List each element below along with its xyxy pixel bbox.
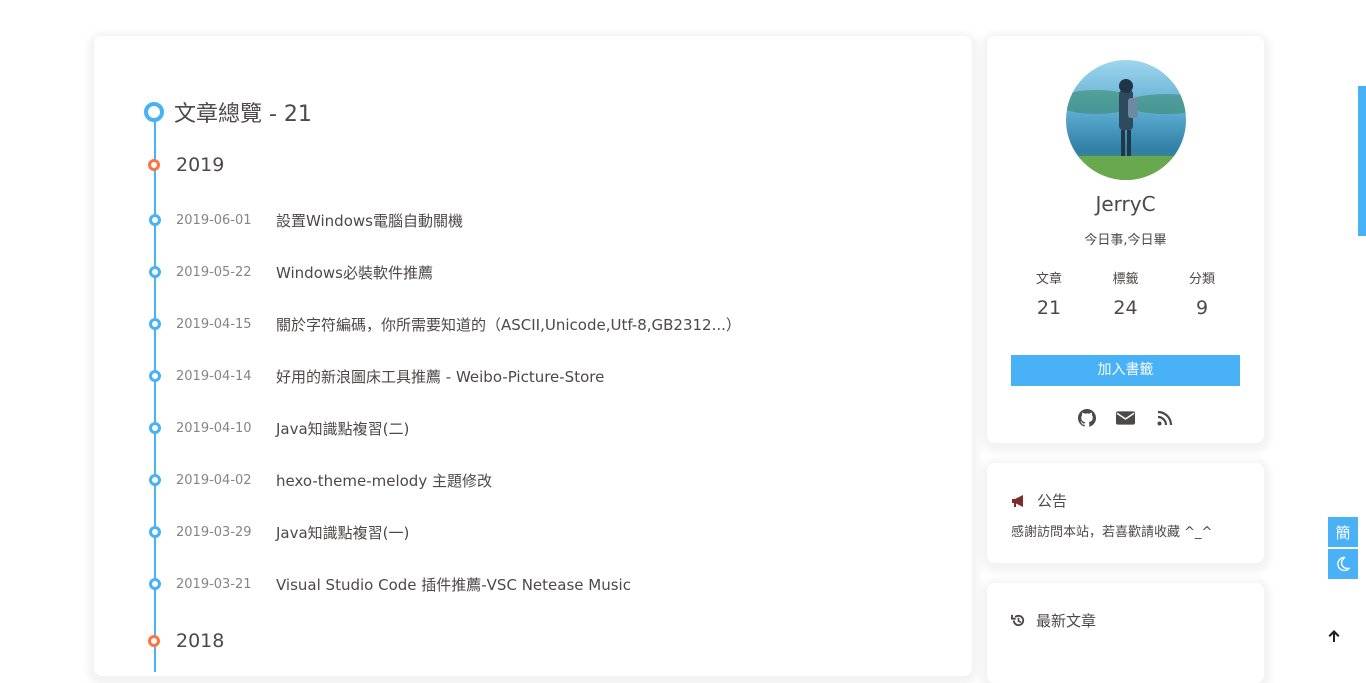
announcement-card: 公告 感謝訪問本站，若喜歡請收藏 ^_^ (987, 463, 1264, 563)
post-title-link[interactable]: 好用的新浪圖床工具推薦 - Weibo-Picture-Store (276, 366, 604, 387)
post-item[interactable]: 2019-04-02 hexo-theme-melody 主題修改 (149, 470, 492, 490)
arrow-up-icon (1328, 630, 1340, 642)
post-date: 2019-03-21 (176, 576, 252, 592)
post-dot (149, 370, 161, 382)
post-title-link[interactable]: Windows必裝軟件推薦 (276, 262, 433, 283)
post-dot (149, 526, 161, 538)
post-date: 2019-04-14 (176, 368, 252, 384)
post-item[interactable]: 2019-06-01 設置Windows電腦自動關機 (149, 210, 463, 230)
post-date: 2019-04-15 (176, 316, 252, 332)
post-date: 2019-06-01 (176, 212, 252, 228)
stat-value: 9 (1195, 297, 1209, 319)
rss-icon[interactable] (1155, 408, 1174, 427)
stat-label: 文章 (1035, 272, 1062, 287)
darkmode-button[interactable] (1328, 549, 1358, 579)
post-title-link[interactable]: 關於字符編碼，你所需要知道的（ASCII,Unicode,Utf-8,GB231… (276, 314, 741, 335)
back-to-top-button[interactable] (1324, 626, 1344, 646)
profile-card: JerryC 今日事,今日畢 文章 21 標籤 24 分類 9 加入書籤 (987, 36, 1264, 443)
post-item[interactable]: 2019-04-14 好用的新浪圖床工具推薦 - Weibo-Picture-S… (149, 366, 604, 386)
history-icon (1011, 614, 1025, 627)
post-date: 2019-03-29 (176, 524, 252, 540)
year-2019: 2019 (148, 154, 224, 176)
stat-value: 24 (1113, 297, 1138, 319)
recent-posts-header: 最新文章 (1011, 610, 1096, 631)
announcement-title: 公告 (1037, 492, 1068, 510)
author-description: 今日事,今日畢 (1084, 233, 1167, 248)
bookmark-button[interactable]: 加入書籤 (1011, 355, 1240, 386)
post-date: 2019-04-02 (176, 472, 252, 488)
author-name: JerryC (1095, 192, 1156, 216)
stat-label: 標籤 (1112, 272, 1139, 287)
post-title-link[interactable]: hexo-theme-melody 主題修改 (276, 470, 492, 491)
post-dot (149, 474, 161, 486)
announcement-header: 公告 (1011, 490, 1067, 511)
year-label: 2019 (176, 154, 225, 176)
stat-categories[interactable]: 分類 9 (1164, 268, 1240, 319)
post-title-link[interactable]: Visual Studio Code 插件推薦-VSC Netease Musi… (276, 574, 631, 595)
post-item[interactable]: 2019-04-15 關於字符編碼，你所需要知道的（ASCII,Unicode,… (149, 314, 741, 334)
year-2018: 2018 (148, 630, 224, 652)
post-dot (149, 214, 161, 226)
post-dot (149, 422, 161, 434)
translate-button[interactable]: 簡 (1328, 517, 1358, 547)
post-title-link[interactable]: Java知識點複習(一) (276, 522, 409, 543)
post-date: 2019-04-10 (176, 420, 252, 436)
post-item[interactable]: 2019-05-22 Windows必裝軟件推薦 (149, 262, 433, 282)
stat-label: 分類 (1188, 272, 1215, 287)
archive-header: 文章總覽 - 21 (144, 96, 312, 128)
post-title-link[interactable]: 設置Windows電腦自動關機 (276, 210, 463, 231)
recent-posts-card: 最新文章 (987, 583, 1264, 683)
github-icon[interactable] (1077, 408, 1096, 427)
post-item[interactable]: 2019-03-21 Visual Studio Code 插件推薦-VSC N… (149, 574, 631, 594)
year-dot (148, 159, 160, 171)
avatar[interactable] (1066, 60, 1186, 180)
stat-tags[interactable]: 標籤 24 (1088, 268, 1164, 319)
post-dot (149, 266, 161, 278)
announcement-text: 感謝訪問本站，若喜歡請收藏 ^_^ (1011, 525, 1213, 540)
timeline-head-dot (144, 102, 164, 122)
bullhorn-icon (1012, 494, 1023, 507)
post-title-link[interactable]: Java知識點複習(二) (276, 418, 409, 439)
moon-icon (1337, 556, 1351, 572)
post-dot (149, 318, 161, 330)
social-links (987, 408, 1264, 427)
stat-value: 21 (1036, 297, 1062, 319)
post-item[interactable]: 2019-03-29 Java知識點複習(一) (149, 522, 409, 542)
post-dot (149, 578, 161, 590)
archive-title: 文章總覽 - 21 (174, 102, 312, 127)
site-stats: 文章 21 標籤 24 分類 9 (1011, 268, 1240, 319)
scroll-indicator[interactable] (1358, 86, 1366, 236)
post-item[interactable]: 2019-04-10 Java知識點複習(二) (149, 418, 409, 438)
stat-articles[interactable]: 文章 21 (1011, 268, 1087, 319)
envelope-icon[interactable] (1116, 408, 1135, 427)
year-dot (148, 635, 160, 647)
year-label: 2018 (176, 630, 225, 652)
recent-posts-title: 最新文章 (1036, 612, 1097, 630)
post-date: 2019-05-22 (176, 264, 252, 280)
